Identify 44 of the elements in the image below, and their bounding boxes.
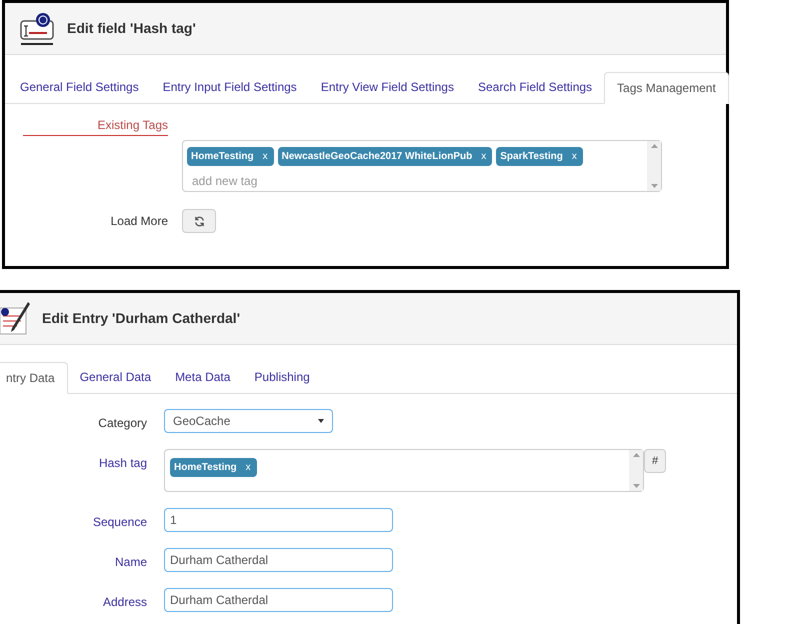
tab[interactable]: Meta Data [163,361,242,393]
refresh-icon [194,216,204,226]
remove-tag-link[interactable]: x [246,460,251,475]
tab[interactable]: Entry Input Field Settings [150,71,309,103]
tags-input-field[interactable]: HomeTesting x NewcastleGeoCache2017 WhiteLionPub x SparkTesting x add new tag [182,140,662,192]
field-label: Address [102,594,147,611]
remove-tag-link[interactable]: x [262,149,268,164]
field-label: Sequence [92,514,147,531]
tab[interactable]: General Field Settings [8,71,151,103]
load-more-label: Load More [110,213,168,230]
scrollbar[interactable] [629,450,643,491]
existing-tags-label: Existing Tags [23,116,168,136]
tab[interactable]: ntry Data [0,362,68,394]
tab[interactable]: Tags Management [604,72,729,104]
tab[interactable]: General Data [68,361,164,393]
text-input-field[interactable]: Durham Catherdal [164,548,393,572]
field-label: Name [114,554,147,571]
remove-tag-link[interactable]: x [481,149,486,164]
dropdown-caret-icon [318,419,324,423]
input-placeholder: add new tag [191,173,258,190]
tab[interactable]: Publishing [242,361,322,393]
field-label: Hash tag [98,455,147,472]
tag-label: HomeTesting [174,461,237,475]
refresh-button[interactable] [182,209,216,233]
tag-label: HomeTesting [191,150,254,164]
tab[interactable]: Search Field Settings [466,71,604,103]
tag-label: NewcastleGeoCache2017 WhiteLionPub [282,150,472,164]
text-input-field[interactable]: Durham Catherdal [164,588,393,612]
panel-title: Edit field 'Hash tag' [67,19,196,38]
scroll-down-icon[interactable] [632,484,640,488]
text-input-field[interactable]: 1 [164,508,393,532]
field-label: Category [97,415,147,432]
hash-tag-input-field[interactable]: HomeTesting x [164,449,644,492]
panel-title: Edit Entry 'Durham Catherdal' [42,309,240,328]
remove-tag-link[interactable]: x [572,149,577,164]
hash-button[interactable]: # [644,449,666,473]
field-edit-icon [19,12,57,46]
tab[interactable]: Entry View Field Settings [308,71,466,103]
category-select[interactable]: GeoCache [164,409,333,433]
tag-label: SparkTesting [500,150,563,164]
scroll-up-icon[interactable] [650,144,658,148]
scroll-down-icon[interactable] [650,184,658,188]
scrollbar[interactable] [647,141,661,191]
scroll-up-icon[interactable] [632,453,640,457]
